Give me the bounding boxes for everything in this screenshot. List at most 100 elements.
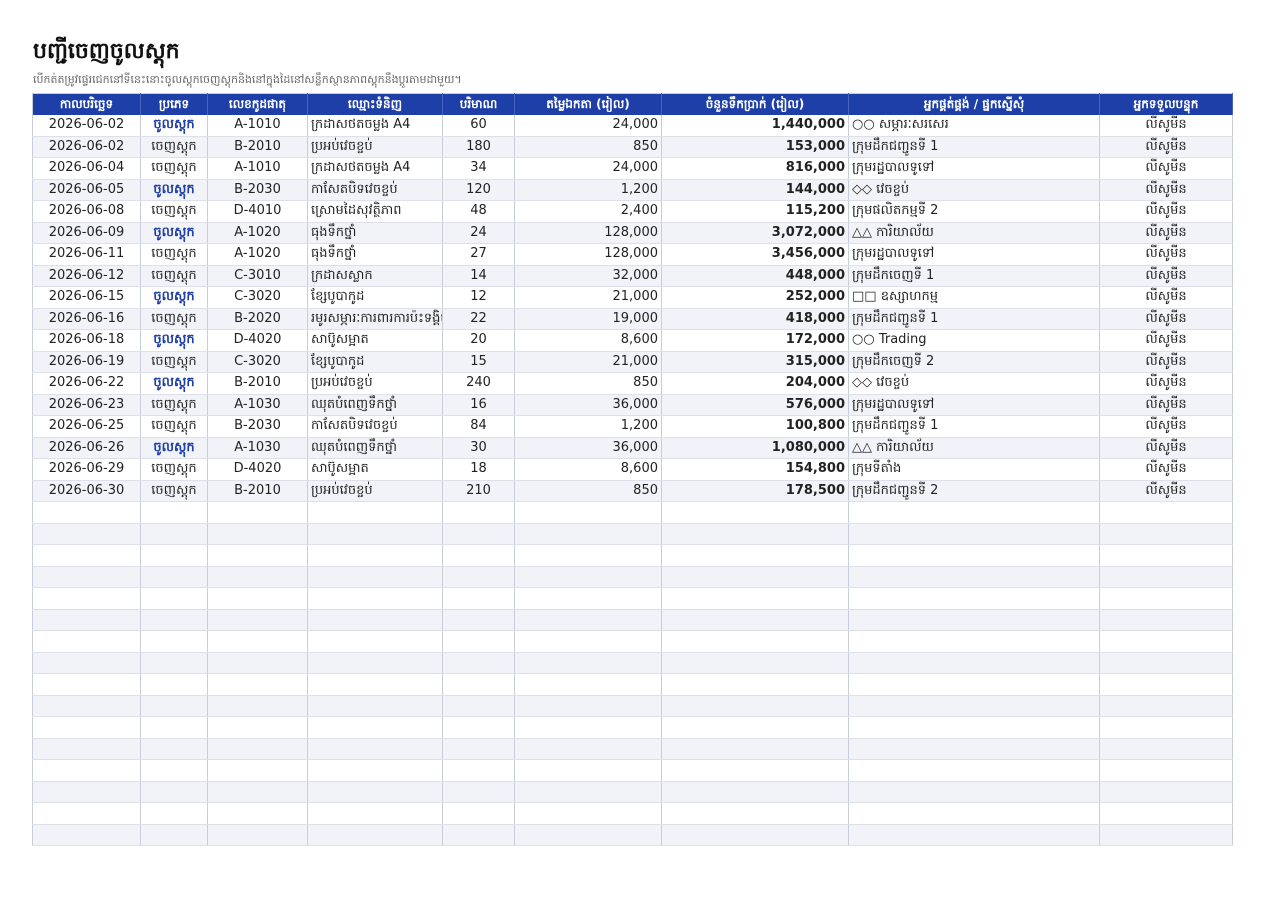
cell-amount[interactable]: [661, 587, 849, 610]
cell-amount[interactable]: [661, 501, 849, 524]
cell-amount[interactable]: [661, 716, 849, 739]
cell-quantity[interactable]: [442, 781, 515, 803]
cell-supplier-requester[interactable]: [848, 501, 1100, 524]
cell-amount[interactable]: [661, 523, 849, 545]
cell-person-in-charge[interactable]: លីសូមីន: [1099, 200, 1233, 223]
header-date[interactable]: កាលបរិច្ឆេទ: [32, 93, 141, 115]
cell-quantity[interactable]: [442, 738, 515, 760]
cell-item-name[interactable]: [307, 587, 443, 610]
cell-date[interactable]: 2026-06-11: [32, 243, 141, 266]
cell-supplier-requester[interactable]: ក្រុមដឹកជញ្ជូនទី 1: [848, 308, 1100, 330]
cell-quantity[interactable]: 27: [442, 243, 515, 266]
cell-quantity[interactable]: 240: [442, 372, 515, 395]
cell-amount[interactable]: [661, 738, 849, 760]
cell-type[interactable]: ចេញស្តុក: [140, 351, 208, 373]
cell-amount[interactable]: [661, 652, 849, 674]
cell-person-in-charge[interactable]: លីសូមីន: [1099, 480, 1233, 502]
cell-amount[interactable]: [661, 566, 849, 588]
cell-type[interactable]: ចេញស្តុក: [140, 200, 208, 223]
cell-item-name[interactable]: ស្រោមដៃសុវត្ថិភាព: [307, 200, 443, 223]
cell-item-name[interactable]: [307, 759, 443, 782]
cell-person-in-charge[interactable]: [1099, 824, 1233, 846]
cell-item-name[interactable]: ធុងទឹកថ្នាំ: [307, 243, 443, 266]
cell-amount[interactable]: [661, 673, 849, 696]
cell-date[interactable]: [32, 587, 141, 610]
cell-item-name[interactable]: រមូរសម្ភារៈការពារការប៉ះទង្គិច: [307, 308, 443, 330]
cell-date[interactable]: [32, 738, 141, 760]
cell-quantity[interactable]: 34: [442, 157, 515, 180]
cell-unit-price[interactable]: 1,200: [514, 415, 662, 438]
cell-supplier-requester[interactable]: ក្រុមទីតាំង: [848, 458, 1100, 481]
cell-item-code[interactable]: A-1030: [207, 437, 308, 459]
cell-quantity[interactable]: [442, 716, 515, 739]
cell-date[interactable]: [32, 802, 141, 825]
cell-item-code[interactable]: [207, 630, 308, 653]
cell-person-in-charge[interactable]: [1099, 716, 1233, 739]
cell-quantity[interactable]: [442, 695, 515, 717]
cell-person-in-charge[interactable]: លីសូមីន: [1099, 372, 1233, 395]
cell-amount[interactable]: 252,000: [661, 286, 849, 309]
cell-item-code[interactable]: B-2020: [207, 308, 308, 330]
cell-type[interactable]: ចេញស្តុក: [140, 136, 208, 158]
cell-item-code[interactable]: C-3020: [207, 351, 308, 373]
cell-date[interactable]: 2026-06-23: [32, 394, 141, 416]
cell-quantity[interactable]: 16: [442, 394, 515, 416]
cell-quantity[interactable]: [442, 673, 515, 696]
cell-amount[interactable]: 448,000: [661, 265, 849, 287]
cell-type[interactable]: ចូលស្តុក: [140, 437, 208, 459]
cell-item-code[interactable]: A-1020: [207, 243, 308, 266]
cell-unit-price[interactable]: [514, 544, 662, 567]
cell-unit-price[interactable]: [514, 501, 662, 524]
cell-type[interactable]: [140, 652, 208, 674]
cell-unit-price[interactable]: 850: [514, 480, 662, 502]
cell-amount[interactable]: [661, 824, 849, 846]
cell-item-name[interactable]: ខ្សែបូបាកូដ: [307, 351, 443, 373]
cell-unit-price[interactable]: [514, 716, 662, 739]
cell-item-code[interactable]: C-3020: [207, 286, 308, 309]
cell-item-code[interactable]: [207, 566, 308, 588]
cell-date[interactable]: 2026-06-04: [32, 157, 141, 180]
cell-person-in-charge[interactable]: [1099, 652, 1233, 674]
cell-person-in-charge[interactable]: លីសូមីន: [1099, 136, 1233, 158]
cell-supplier-requester[interactable]: ក្រុមរដ្ឋបាលទូទៅ: [848, 243, 1100, 266]
cell-unit-price[interactable]: [514, 630, 662, 653]
cell-supplier-requester[interactable]: [848, 673, 1100, 696]
cell-item-code[interactable]: [207, 673, 308, 696]
cell-type[interactable]: ចេញស្តុក: [140, 415, 208, 438]
cell-amount[interactable]: 3,072,000: [661, 222, 849, 244]
cell-item-code[interactable]: B-2030: [207, 415, 308, 438]
cell-item-code[interactable]: [207, 781, 308, 803]
cell-quantity[interactable]: 120: [442, 179, 515, 201]
cell-item-code[interactable]: D-4010: [207, 200, 308, 223]
cell-unit-price[interactable]: [514, 759, 662, 782]
cell-amount[interactable]: 154,800: [661, 458, 849, 481]
cell-item-name[interactable]: [307, 824, 443, 846]
cell-supplier-requester[interactable]: [848, 738, 1100, 760]
cell-item-name[interactable]: កាសែតបិទវេចខ្ចប់: [307, 415, 443, 438]
cell-unit-price[interactable]: 850: [514, 136, 662, 158]
cell-supplier-requester[interactable]: ក្រុមរដ្ឋបាលទូទៅ: [848, 157, 1100, 180]
cell-unit-price[interactable]: 24,000: [514, 115, 662, 137]
cell-item-code[interactable]: [207, 738, 308, 760]
cell-person-in-charge[interactable]: លីសូមីន: [1099, 157, 1233, 180]
cell-type[interactable]: ចេញស្តុក: [140, 308, 208, 330]
cell-amount[interactable]: 3,456,000: [661, 243, 849, 266]
cell-type[interactable]: ចូលស្តុក: [140, 286, 208, 309]
cell-date[interactable]: 2026-06-12: [32, 265, 141, 287]
cell-person-in-charge[interactable]: លីសូមីន: [1099, 351, 1233, 373]
cell-amount[interactable]: [661, 781, 849, 803]
cell-person-in-charge[interactable]: [1099, 587, 1233, 610]
cell-date[interactable]: 2026-06-26: [32, 437, 141, 459]
cell-type[interactable]: [140, 609, 208, 631]
cell-unit-price[interactable]: 128,000: [514, 222, 662, 244]
cell-unit-price[interactable]: 19,000: [514, 308, 662, 330]
header-unit-price[interactable]: តម្លៃឯកតា (រៀល): [514, 93, 662, 115]
cell-date[interactable]: 2026-06-09: [32, 222, 141, 244]
cell-type[interactable]: [140, 630, 208, 653]
cell-type[interactable]: [140, 695, 208, 717]
cell-unit-price[interactable]: 21,000: [514, 351, 662, 373]
cell-item-code[interactable]: C-3010: [207, 265, 308, 287]
cell-supplier-requester[interactable]: [848, 566, 1100, 588]
cell-unit-price[interactable]: [514, 566, 662, 588]
cell-supplier-requester[interactable]: ក្រុមដឹកចេញទី 2: [848, 351, 1100, 373]
